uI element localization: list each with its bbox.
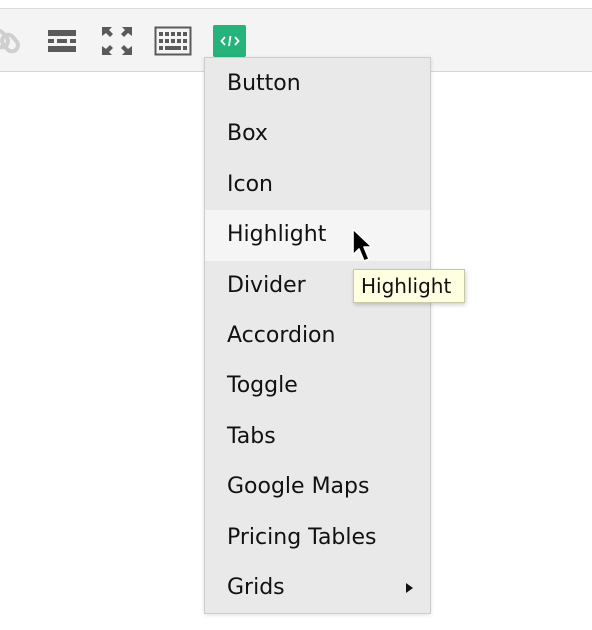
menu-item-label: Google Maps: [227, 474, 370, 500]
menu-item-toggle[interactable]: Toggle: [205, 361, 430, 411]
menu-item-highlight[interactable]: Highlight: [205, 210, 430, 261]
shortcode-dropdown-menu: Button Box Icon Highlight Divider Accord…: [204, 57, 431, 614]
menu-item-button[interactable]: Button: [205, 59, 430, 109]
menu-item-label: Tabs: [227, 423, 276, 449]
menu-item-label: Button: [227, 71, 301, 96]
fullscreen-icon[interactable]: [99, 24, 135, 58]
submenu-arrow-icon: [406, 582, 413, 593]
code-shortcode-button[interactable]: [213, 25, 246, 57]
horizontal-rule-icon[interactable]: [44, 24, 80, 58]
menu-item-google-maps[interactable]: Google Maps: [205, 462, 430, 512]
menu-item-box[interactable]: Box: [205, 109, 430, 159]
menu-item-label: Pricing Tables: [227, 524, 377, 550]
tooltip-text: Highlight: [361, 274, 452, 298]
menu-item-accordion[interactable]: Accordion: [205, 311, 430, 361]
menu-item-grids[interactable]: Grids: [205, 563, 430, 613]
menu-item-label: Grids: [227, 574, 285, 600]
tooltip: Highlight: [353, 269, 465, 303]
menu-item-label: Toggle: [227, 373, 298, 399]
menu-item-label: Divider: [227, 272, 306, 298]
menu-item-icon[interactable]: Icon: [205, 160, 430, 210]
code-shortcode-icon: [219, 35, 240, 47]
menu-item-label: Box: [227, 121, 268, 147]
arrow-cursor-icon: [351, 227, 377, 269]
menu-item-pricing-tables[interactable]: Pricing Tables: [205, 513, 430, 563]
keyboard-icon[interactable]: [154, 24, 192, 58]
menu-item-label: Icon: [227, 171, 273, 197]
link-icon[interactable]: [0, 24, 24, 58]
menu-item-tabs[interactable]: Tabs: [205, 412, 430, 462]
menu-item-label: Highlight: [227, 222, 327, 248]
menu-item-label: Accordion: [227, 322, 336, 348]
